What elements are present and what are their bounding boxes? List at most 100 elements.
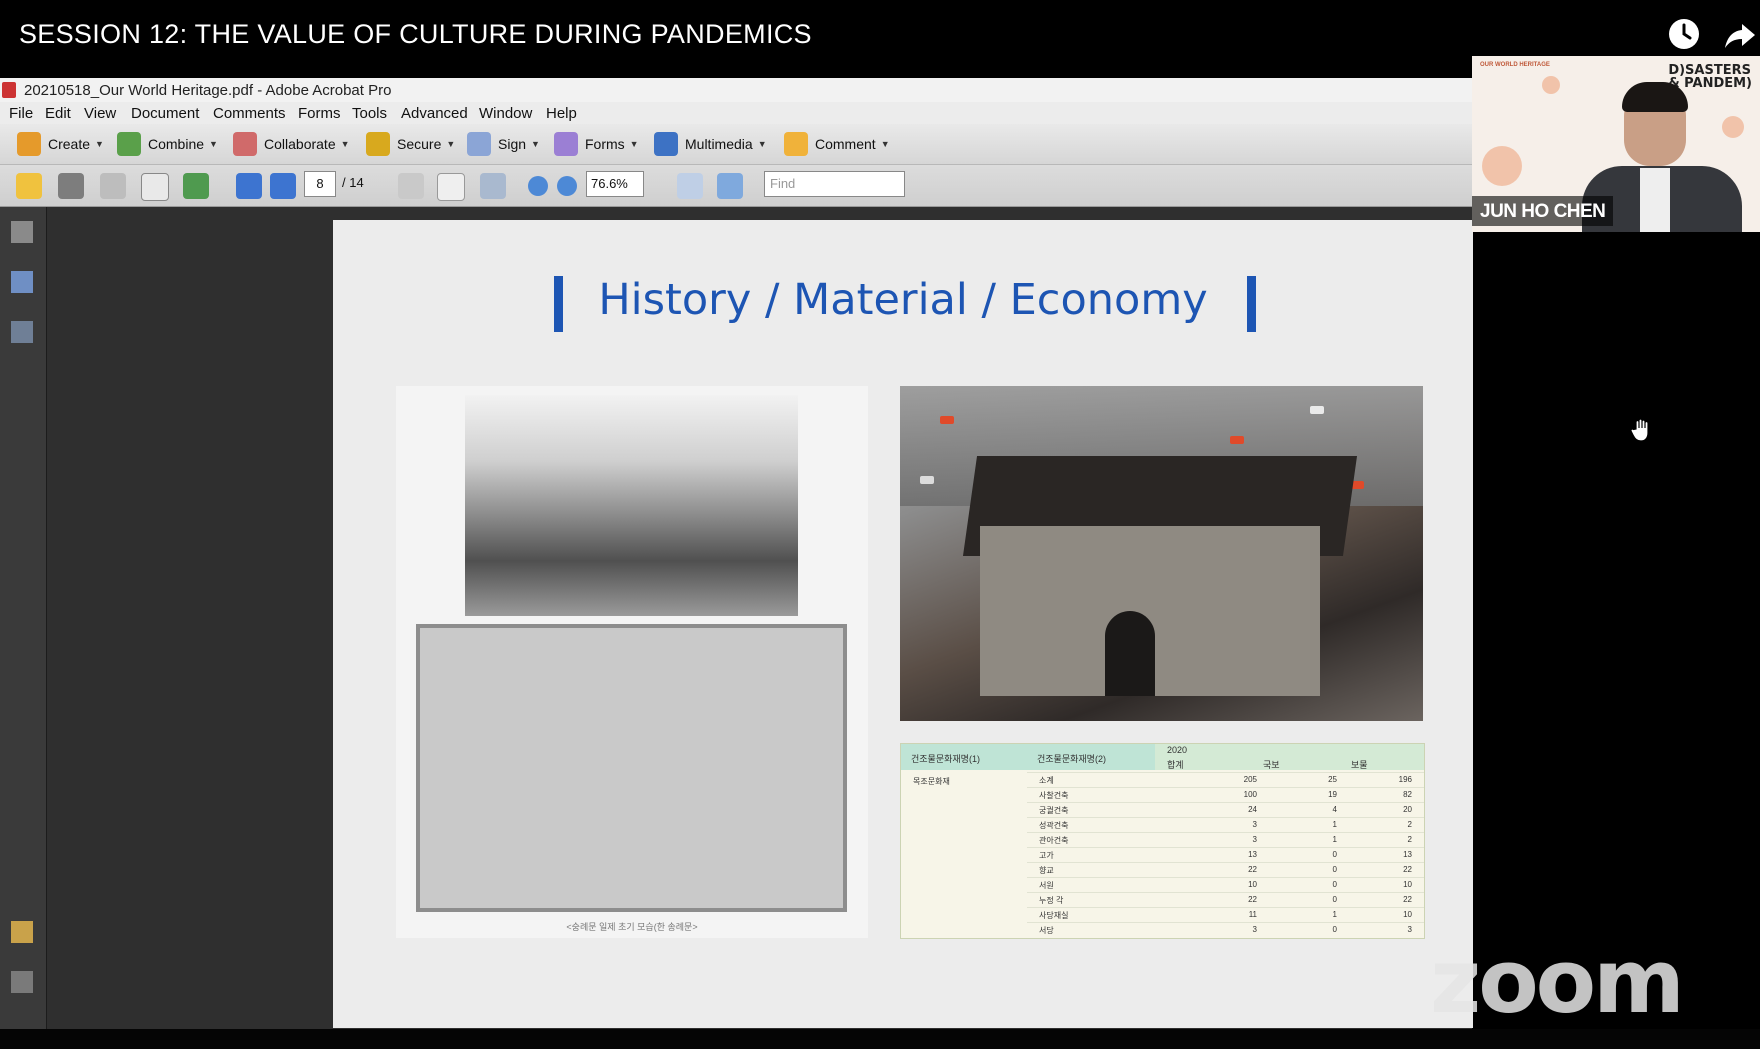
menu-view[interactable]: View [84, 105, 116, 122]
find-input[interactable]: Find [764, 171, 905, 197]
car [1310, 406, 1324, 414]
multimedia-button[interactable]: Multimedia ▼ [654, 130, 767, 158]
row-national: 0 [1332, 895, 1337, 904]
speaker-name: JUN HO CHEN [1472, 196, 1614, 226]
pen-icon [467, 132, 491, 156]
signatures-icon[interactable] [11, 321, 33, 343]
row-national: 4 [1332, 805, 1337, 814]
bus [940, 416, 954, 424]
print-icon[interactable] [58, 173, 84, 199]
dropdown-arrow-icon: ▼ [880, 139, 890, 149]
collaborate-icon [233, 132, 257, 156]
row-total: 3 [1252, 820, 1257, 829]
forms-icon [554, 132, 578, 156]
multimedia-label: Multimedia [685, 136, 753, 152]
row-total: 22 [1248, 895, 1257, 904]
row-total: 3 [1252, 835, 1257, 844]
comment-button[interactable]: Comment ▼ [784, 130, 890, 158]
menu-forms[interactable]: Forms [298, 105, 341, 122]
table-col-national: 국보 [1263, 760, 1280, 770]
row-treasure: 22 [1403, 865, 1412, 874]
slide-title: History / Material / Economy [598, 275, 1208, 325]
row-name: 고가 [1039, 851, 1054, 860]
sign-button[interactable]: Sign ▼ [467, 130, 540, 158]
gate-arch [1105, 611, 1155, 696]
row-treasure: 10 [1403, 880, 1412, 889]
row-national: 0 [1332, 865, 1337, 874]
pages-icon[interactable] [11, 221, 33, 243]
table-row: 누정 각 22 0 22 [1027, 892, 1424, 908]
menu-edit[interactable]: Edit [45, 105, 71, 122]
fit-page-icon[interactable] [677, 173, 703, 199]
select-tool-icon[interactable] [398, 173, 424, 199]
row-national: 1 [1332, 835, 1337, 844]
forms-button[interactable]: Forms ▼ [554, 130, 639, 158]
dropdown-arrow-icon: ▼ [95, 139, 104, 149]
hand-cursor-icon [1630, 418, 1649, 442]
zoom-in-icon[interactable] [557, 176, 577, 196]
photo-caption: <숭례문 일제 초기 모습(한 송례문> [566, 922, 698, 932]
menu-bar: File Edit View Document Comments Forms T… [0, 102, 1472, 124]
menu-comments[interactable]: Comments [213, 105, 286, 122]
share-icon[interactable] [1722, 16, 1758, 52]
row-total: 100 [1243, 790, 1257, 799]
clock-icon[interactable] [1666, 16, 1702, 52]
comment-icon [784, 132, 808, 156]
combine-icon [117, 132, 141, 156]
collaborate-button[interactable]: Collaborate ▼ [233, 130, 350, 158]
arrow-up-icon[interactable] [236, 173, 262, 199]
page-number-field[interactable]: 8 [304, 171, 336, 197]
lock-icon [366, 132, 390, 156]
row-national: 0 [1332, 880, 1337, 889]
window-title: 20210518_Our World Heritage.pdf - Adobe … [24, 82, 392, 99]
secure-button[interactable]: Secure ▼ [366, 130, 455, 158]
pdf-icon [2, 82, 16, 98]
full-screen-icon[interactable] [717, 173, 743, 199]
menu-document[interactable]: Document [131, 105, 199, 122]
heritage-logo: OUR WORLD HERITAGE [1480, 62, 1550, 68]
web-icon[interactable] [183, 173, 209, 199]
table-row: 소계 205 25 196 [1027, 772, 1424, 788]
zoom-tool-icon[interactable] [480, 173, 506, 199]
table-row: 서당 3 0 3 [1027, 922, 1424, 938]
create-button[interactable]: Create ▼ [17, 130, 104, 158]
menu-file[interactable]: File [9, 105, 33, 122]
combine-button[interactable]: Combine ▼ [117, 130, 218, 158]
row-national: 1 [1332, 910, 1337, 919]
table-row: 사찰건축 100 19 82 [1027, 787, 1424, 803]
comment-label: Comment [815, 136, 876, 152]
video-bottom-strip [0, 1029, 1760, 1049]
menu-help[interactable]: Help [546, 105, 577, 122]
menu-advanced[interactable]: Advanced [401, 105, 468, 122]
zoom-out-icon[interactable] [528, 176, 548, 196]
bookmarks-icon[interactable] [11, 271, 33, 293]
open-folder-icon[interactable] [16, 173, 42, 199]
email-icon[interactable] [141, 173, 169, 201]
attachments-icon[interactable] [11, 971, 33, 993]
dropdown-arrow-icon: ▼ [446, 139, 456, 149]
dropdown-arrow-icon: ▼ [340, 139, 350, 149]
multimedia-icon [654, 132, 678, 156]
menu-window[interactable]: Window [479, 105, 532, 122]
gate-photo-historic-1 [465, 395, 798, 616]
comments-panel-icon[interactable] [11, 921, 33, 943]
bus [1230, 436, 1244, 444]
arrow-down-icon[interactable] [270, 173, 296, 199]
save-icon[interactable] [100, 173, 126, 199]
dropdown-arrow-icon: ▼ [757, 139, 767, 149]
row-national: 1 [1332, 820, 1337, 829]
create-icon [17, 132, 41, 156]
table-col-total: 합계 [1167, 760, 1184, 770]
shirt [1640, 168, 1670, 232]
sign-label: Sign [498, 136, 527, 152]
row-treasure: 2 [1407, 820, 1412, 829]
zoom-level-field[interactable]: 76.6% [586, 171, 644, 197]
row-total: 10 [1248, 880, 1257, 889]
row-total: 11 [1248, 910, 1257, 919]
hand-tool-icon[interactable] [437, 173, 465, 201]
row-total: 205 [1243, 775, 1257, 784]
row-total: 24 [1248, 805, 1257, 814]
row-treasure: 196 [1398, 775, 1412, 784]
menu-tools[interactable]: Tools [352, 105, 387, 122]
table-row: 관아건축 3 1 2 [1027, 832, 1424, 848]
